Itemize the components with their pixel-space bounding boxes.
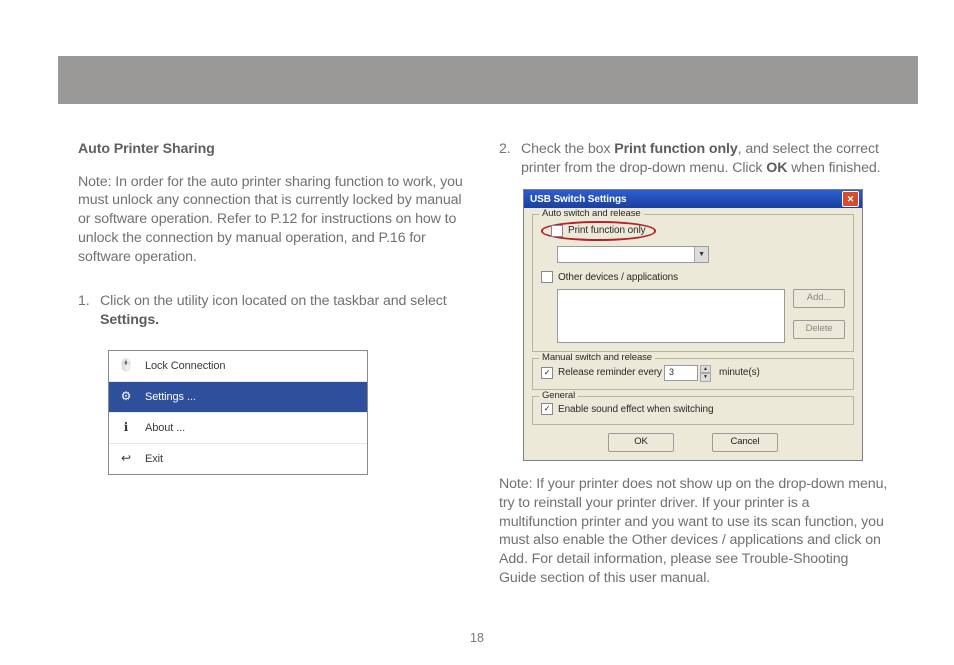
add-button[interactable]: Add... xyxy=(793,289,845,308)
step-1: 1. Click on the utility icon located on … xyxy=(78,292,467,329)
group-auto-label: Auto switch and release xyxy=(539,208,644,221)
settings-dialog: USB Switch Settings ✕ Auto switch and re… xyxy=(523,189,863,461)
other-devices-label: Other devices / applications xyxy=(558,271,678,284)
highlighted-option: Print function only xyxy=(541,221,656,240)
group-auto-switch: Auto switch and release Print function o… xyxy=(532,214,854,351)
group-manual-label: Manual switch and release xyxy=(539,352,655,365)
sound-checkbox[interactable]: ✓ xyxy=(541,403,553,415)
note-2-paragraph: Note: If your printer does not show up o… xyxy=(499,475,888,587)
exit-icon: ↩ xyxy=(117,450,135,468)
step-1-body: Click on the utility icon located on the… xyxy=(100,292,467,329)
group-general: General ✓ Enable sound effect when switc… xyxy=(532,396,854,425)
step-1-bold: Settings. xyxy=(100,312,159,328)
header-bar xyxy=(58,56,918,104)
menu-item-settings[interactable]: ⚙ Settings ... xyxy=(109,382,367,413)
group-general-label: General xyxy=(539,390,578,403)
menu-item-exit[interactable]: ↩ Exit xyxy=(109,444,367,474)
applications-listbox[interactable] xyxy=(557,289,785,343)
sound-label: Enable sound effect when switching xyxy=(558,403,713,416)
menu-item-label: Lock Connection xyxy=(145,359,225,374)
close-button[interactable]: ✕ xyxy=(842,191,859,207)
reminder-checkbox[interactable]: ✓ xyxy=(541,367,553,379)
step-1-text-a: Click on the utility icon located on the… xyxy=(100,293,447,309)
lock-icon: 🖱️ xyxy=(117,357,135,375)
reminder-input[interactable]: 3 xyxy=(664,365,698,381)
info-icon: ℹ xyxy=(117,419,135,437)
other-devices-checkbox[interactable] xyxy=(541,271,553,283)
gear-icon: ⚙ xyxy=(117,388,135,406)
reminder-spinner[interactable]: ▲ ▼ xyxy=(700,365,711,381)
delete-button[interactable]: Delete xyxy=(793,320,845,339)
reminder-unit: minute(s) xyxy=(719,366,760,379)
group-manual-switch: Manual switch and release ✓ Release remi… xyxy=(532,358,854,390)
step-2-text-c: when finished. xyxy=(787,160,880,176)
reminder-label: Release reminder every xyxy=(558,366,662,379)
cancel-button[interactable]: Cancel xyxy=(712,433,778,452)
close-icon: ✕ xyxy=(847,194,854,206)
step-2: 2. Check the box Print function only, an… xyxy=(499,140,888,177)
note-paragraph: Note: In order for the auto printer shar… xyxy=(78,173,467,267)
menu-item-label: Settings ... xyxy=(145,390,196,405)
left-column: Auto Printer Sharing Note: In order for … xyxy=(78,140,467,605)
menu-item-about[interactable]: ℹ About ... xyxy=(109,413,367,444)
print-only-label: Print function only xyxy=(568,224,646,237)
page-number: 18 xyxy=(0,631,954,645)
step-2-bold-2: OK xyxy=(766,160,787,176)
step-1-number: 1. xyxy=(78,292,100,329)
chevron-up-icon: ▲ xyxy=(700,365,711,374)
dialog-titlebar: USB Switch Settings ✕ xyxy=(524,190,862,208)
ok-button[interactable]: OK xyxy=(608,433,674,452)
print-only-checkbox[interactable] xyxy=(551,225,563,237)
step-2-text-a: Check the box xyxy=(521,141,614,157)
dialog-title: USB Switch Settings xyxy=(530,193,626,206)
section-heading: Auto Printer Sharing xyxy=(78,140,467,159)
chevron-down-icon: ▼ xyxy=(694,247,708,262)
chevron-down-icon: ▼ xyxy=(700,373,711,382)
step-2-bold-1: Print function only xyxy=(614,141,737,157)
printer-dropdown[interactable]: ▼ xyxy=(557,246,709,263)
menu-item-label: Exit xyxy=(145,452,163,467)
menu-item-lock-connection[interactable]: 🖱️ Lock Connection xyxy=(109,351,367,382)
step-2-number: 2. xyxy=(499,140,521,177)
context-menu: 🖱️ Lock Connection ⚙ Settings ... ℹ Abou… xyxy=(108,350,368,475)
menu-item-label: About ... xyxy=(145,421,185,436)
right-column: 2. Check the box Print function only, an… xyxy=(499,140,888,605)
step-2-body: Check the box Print function only, and s… xyxy=(521,140,888,177)
